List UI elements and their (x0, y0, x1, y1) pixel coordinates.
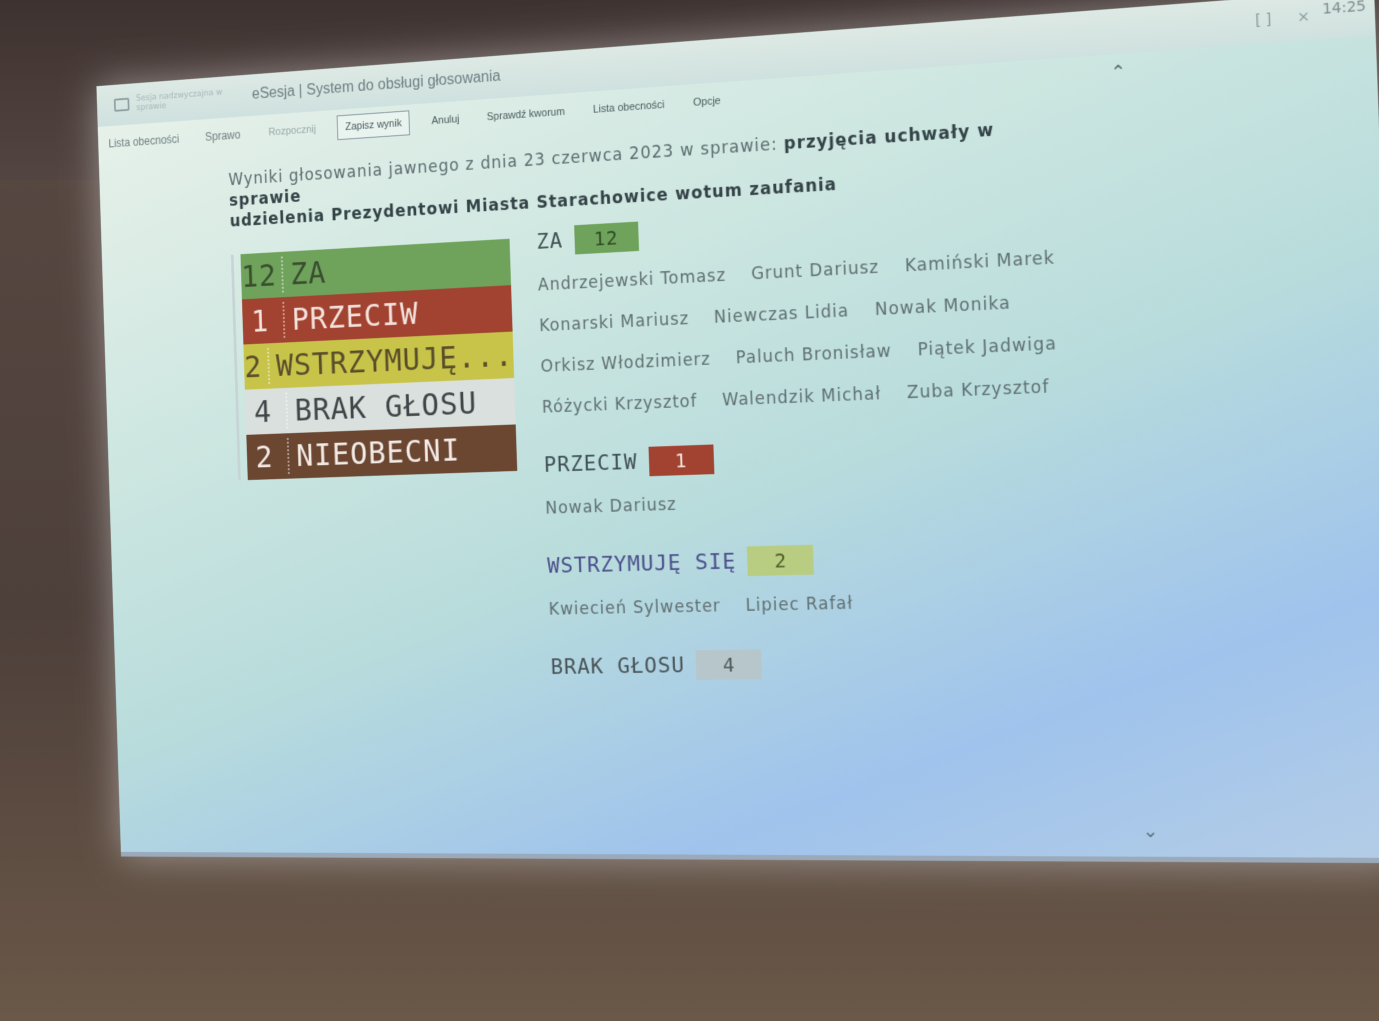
category-label: ZA (536, 228, 564, 255)
save-result-button[interactable]: Zapisz wynik (336, 110, 411, 141)
window-title: eSesja | System do obsługi głosowania (251, 68, 501, 103)
voter-name: Walendzik Michał (721, 384, 882, 411)
window-faded-title: Sesja nadzwyczajna w sprawie (135, 87, 223, 113)
names-za: Andrzejewski Tomasz Grunt Dariusz Kamińs… (537, 247, 1091, 418)
names-przeciw: Nowak Dariusz (545, 482, 1094, 518)
options-button[interactable]: Opcje (687, 89, 727, 115)
chevron-down-icon[interactable]: ⌄ (1142, 821, 1159, 843)
category-header-brak-glosu: BRAK GŁOSU 4 (550, 643, 1142, 681)
window-controls: [ ] × (1255, 8, 1310, 29)
tab-report[interactable]: Sprawo (205, 128, 241, 144)
voter-name: Nowak Monika (874, 293, 1012, 321)
voter-name: Grunt Dariusz (750, 257, 880, 285)
summary-label: NIEOBECNI (295, 431, 461, 474)
voter-name: Konarski Mariusz (538, 309, 690, 337)
category-count-badge: 12 (573, 221, 639, 255)
voter-name: Paluch Bronisław (735, 341, 892, 369)
category-label: PRZECIW (543, 449, 638, 478)
category-header-przeciw: PRZECIW 1 (543, 429, 1134, 479)
projected-screen: Sesja nadzwyczajna w sprawie eSesja | Sy… (96, 0, 1379, 864)
summary-count: 1 (242, 301, 286, 340)
voter-name: Różycki Krzysztof (541, 391, 698, 418)
close-button[interactable]: × (1297, 8, 1310, 26)
summary-count: 2 (246, 437, 290, 476)
voter-name: Kwiecień Sylwester (548, 596, 722, 620)
category-count-badge: 4 (695, 649, 763, 680)
names-wstrzymuje: Kwiecień Sylwester Lipiec Rafał (548, 589, 1098, 620)
category-count-badge: 2 (747, 544, 815, 577)
chevron-up-icon[interactable]: ⌃ (1110, 61, 1126, 84)
restore-button[interactable]: [ ] (1255, 11, 1272, 29)
attendance-list-button[interactable]: Lista obecności (587, 93, 671, 122)
summary-count: 12 (240, 256, 284, 295)
vote-results-list: ZA 12 Andrzejewski Tomasz Grunt Dariusz … (536, 193, 1143, 701)
vote-summary-panel: 12 ZA 1 PRZECIW 2 WSTRZYMUJĘ... 4 BRAK G… (230, 238, 518, 481)
summary-label: ZA (289, 254, 327, 293)
screen-bottom-edge (120, 851, 1379, 864)
app-icon (113, 97, 130, 112)
summary-row-nieobecni: 2 NIEOBECNI (246, 424, 518, 481)
voter-name: Niewczas Lidia (713, 301, 850, 328)
check-quorum-button[interactable]: Sprawdź kworum (481, 100, 571, 129)
summary-label: PRZECIW (291, 294, 420, 338)
summary-count: 4 (245, 392, 289, 431)
voter-name: Orkisz Włodzimierz (540, 349, 712, 377)
summary-label: BRAK GŁOSU (294, 384, 478, 429)
voter-name: Kamiński Marek (904, 248, 1056, 277)
category-label: BRAK GŁOSU (550, 652, 686, 680)
voter-name: Zuba Krzysztof (906, 377, 1050, 404)
category-count-badge: 1 (648, 444, 715, 477)
category-header-wstrzymuje: WSTRZYMUJĘ SIĘ 2 (547, 536, 1139, 580)
voter-name: Piątek Jadwiga (917, 334, 1058, 361)
clock: 14:25 (1321, 0, 1367, 19)
summary-label: WSTRZYMUJĘ... (275, 336, 514, 384)
voter-name: Lipiec Rafał (745, 593, 854, 616)
voter-name: Andrzejewski Tomasz (537, 265, 727, 296)
tab-attendance[interactable]: Lista obecności (108, 132, 179, 150)
start-button[interactable]: Rozpocznij (263, 118, 322, 145)
category-label: WSTRZYMUJĘ SIĘ (546, 549, 737, 579)
summary-count: 2 (243, 348, 270, 385)
voter-name: Nowak Dariusz (545, 495, 677, 519)
cancel-button[interactable]: Anuluj (426, 107, 466, 133)
